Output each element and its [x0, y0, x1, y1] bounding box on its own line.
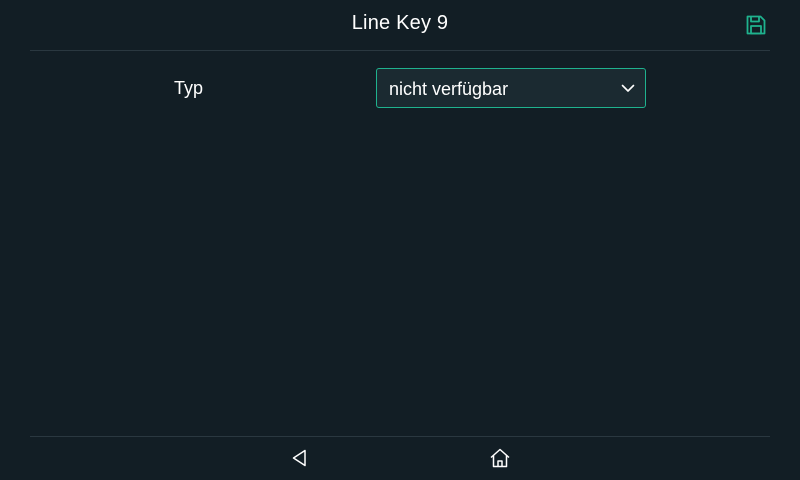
header-bar: Line Key 9: [0, 0, 800, 50]
header-divider: [30, 50, 770, 51]
back-button[interactable]: [288, 446, 312, 470]
home-icon: [490, 448, 510, 468]
type-select-value: nicht verfügbar: [389, 79, 509, 99]
nav-divider: [30, 436, 770, 437]
type-label: Typ: [174, 78, 204, 98]
save-icon: [746, 15, 766, 35]
back-triangle-icon: [292, 449, 306, 467]
home-button[interactable]: [488, 446, 512, 470]
page-title: Line Key 9: [351, 12, 449, 34]
save-button[interactable]: [744, 13, 768, 37]
type-select[interactable]: nicht verfügbar: [376, 68, 646, 108]
chevron-down-icon: [621, 84, 635, 92]
